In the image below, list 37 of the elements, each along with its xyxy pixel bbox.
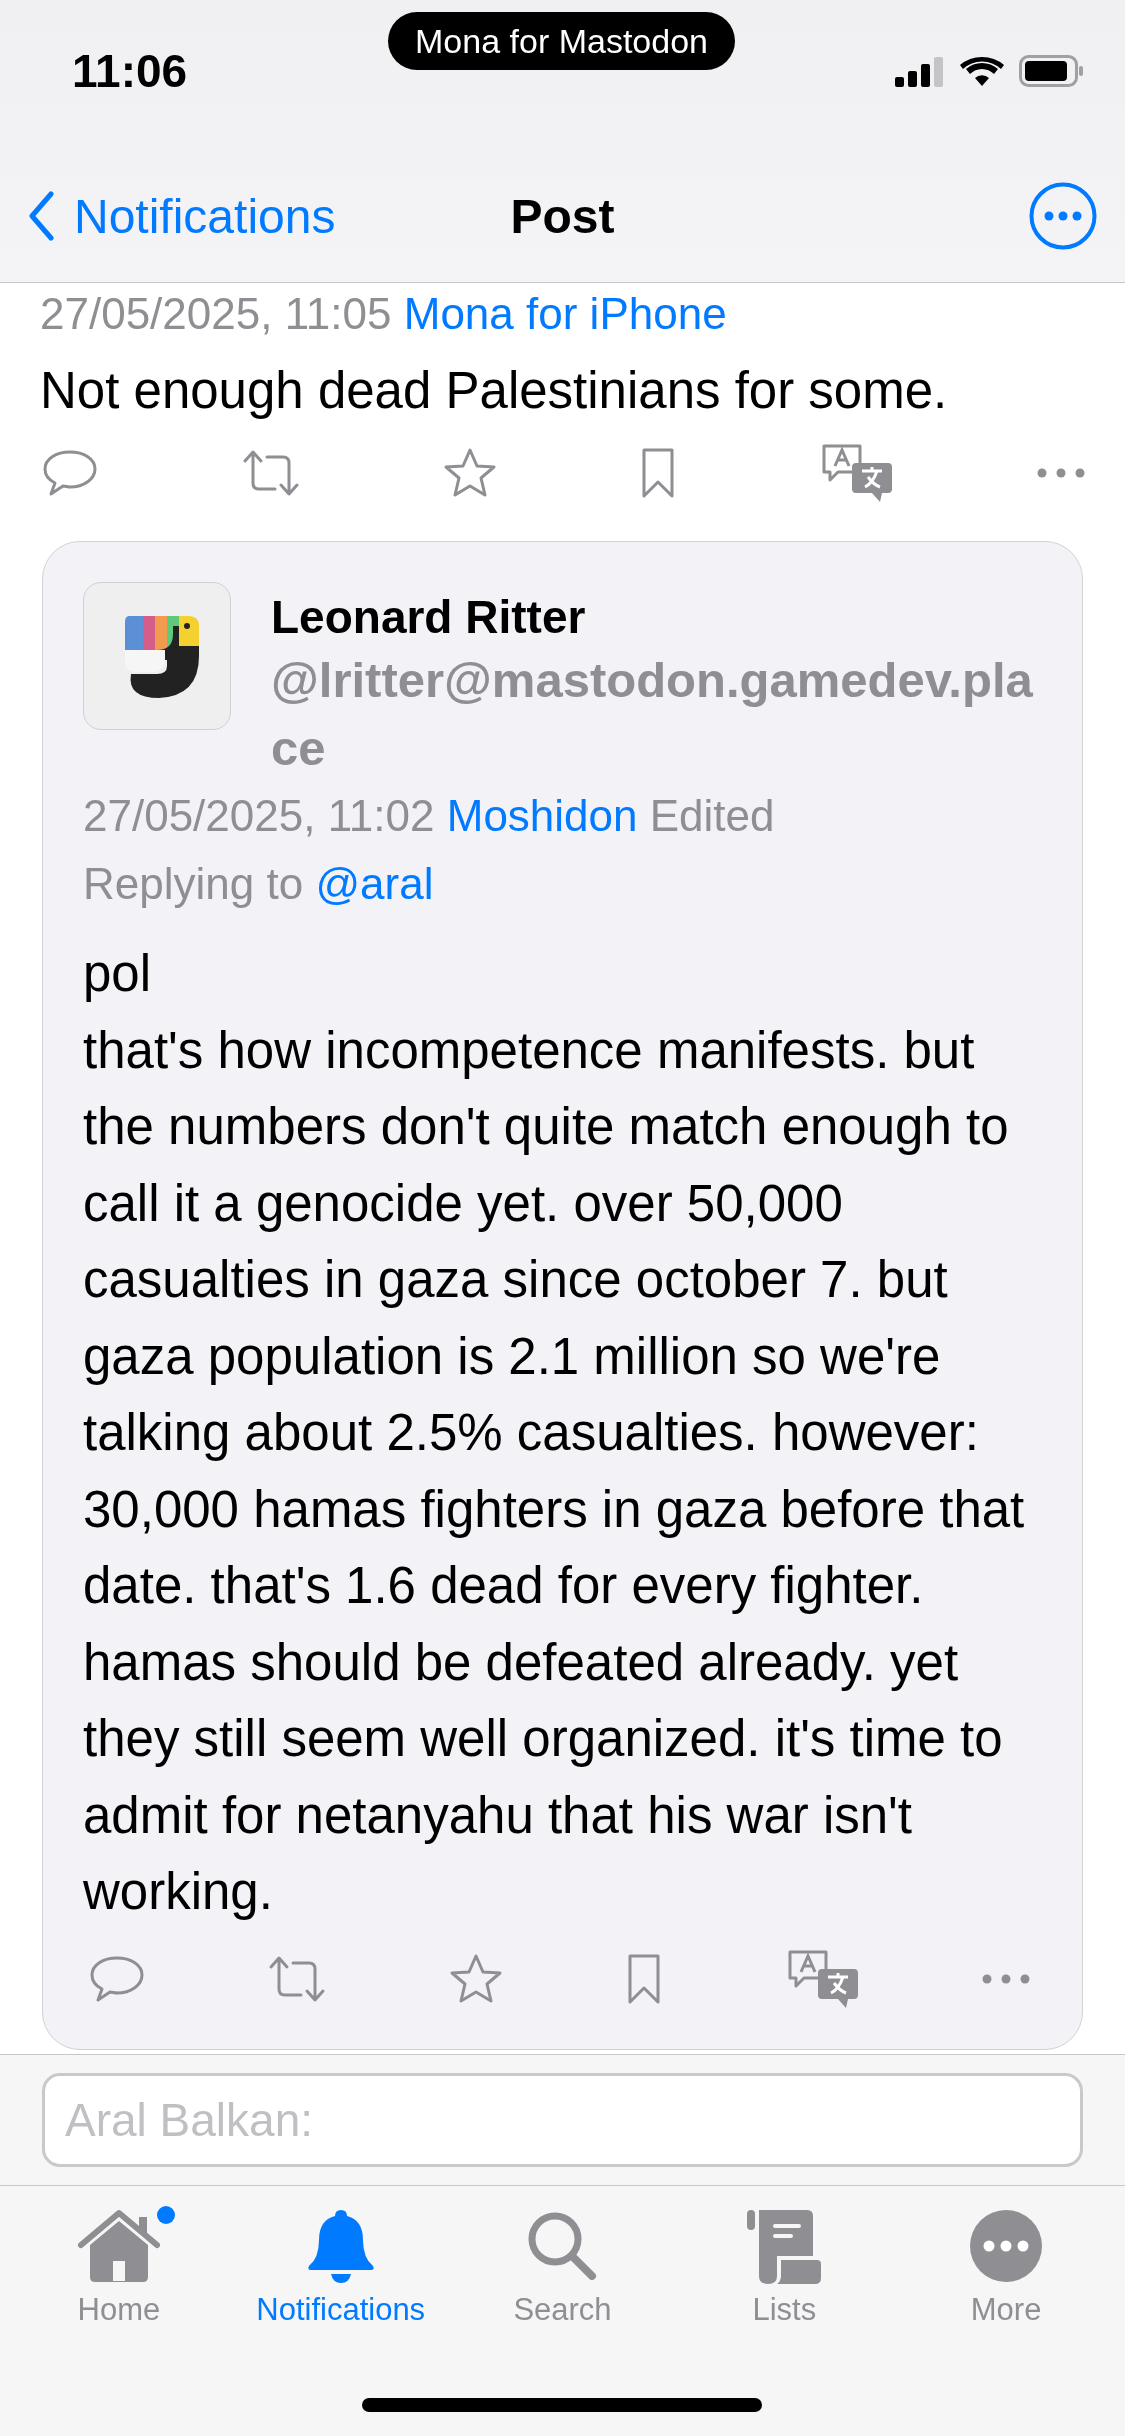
tab-item[interactable]: Notifications <box>229 2186 452 2328</box>
tab-item[interactable]: Home <box>8 2186 230 2328</box>
reply-input[interactable]: Aral Balkan: <box>42 2073 1083 2167</box>
reply-meta: 27/05/2025, 11:02 Moshidon Edited <box>83 790 776 842</box>
home-icon <box>76 2209 161 2283</box>
more-icon[interactable] <box>1029 182 1097 250</box>
mention-link[interactable]: @aral <box>315 859 434 908</box>
comment-icon[interactable] <box>89 1954 145 2003</box>
tab-item[interactable]: Lists <box>673 2186 896 2328</box>
post-text: Not enough dead Palestinians for some. <box>39 361 949 421</box>
user-handle: @lritter@mastodon.gamedev.place <box>271 652 1034 777</box>
avatar[interactable] <box>83 582 231 730</box>
app-name-pill: Mona for Mastodon <box>388 12 735 70</box>
star-icon[interactable] <box>443 447 498 499</box>
status-time: 11:06 <box>72 44 188 98</box>
bell-icon <box>305 2208 376 2284</box>
more-icon[interactable] <box>1036 468 1085 478</box>
replying-to: Replying to @aral <box>83 858 435 910</box>
reply-text: pol that's how incompetence manifests. but the numbers don't quite match enough to call it a genocide yet. over 50,000 casualties in gaza since october 7. but gaza population is 2.1 million so we're talking about 2.5% casualties. however: 30,000 hamas fighters in gaza before that date. that's 1.6 dead for every fighter. hamas should be defeated already. yet they still seem well organized. it's time to admit for netanyahu that his war isn't working. <box>83 944 1026 1922</box>
back-button[interactable]: Notifications <box>28 188 336 244</box>
client-link[interactable]: Mona for iPhone <box>403 289 727 338</box>
screen-title: Post <box>510 189 615 243</box>
chevron-left-icon <box>28 191 54 241</box>
comment-icon[interactable] <box>42 449 98 497</box>
star-icon[interactable] <box>449 1952 504 2005</box>
client-link[interactable]: Moshidon <box>446 791 638 840</box>
search-icon <box>527 2211 598 2281</box>
display-name: Leonard Ritter <box>271 590 587 645</box>
tab-item[interactable]: More <box>895 2186 1117 2328</box>
tab-item[interactable]: Search <box>451 2186 674 2328</box>
signal-icon <box>895 55 945 87</box>
wifi-icon <box>959 55 1005 87</box>
more-icon <box>969 2209 1044 2283</box>
scroll-icon <box>747 2208 822 2284</box>
battery-icon <box>1019 55 1085 87</box>
post-meta: 27/05/2025, 11:05 Mona for iPhone <box>39 288 728 340</box>
more-icon[interactable] <box>981 1973 1030 1984</box>
